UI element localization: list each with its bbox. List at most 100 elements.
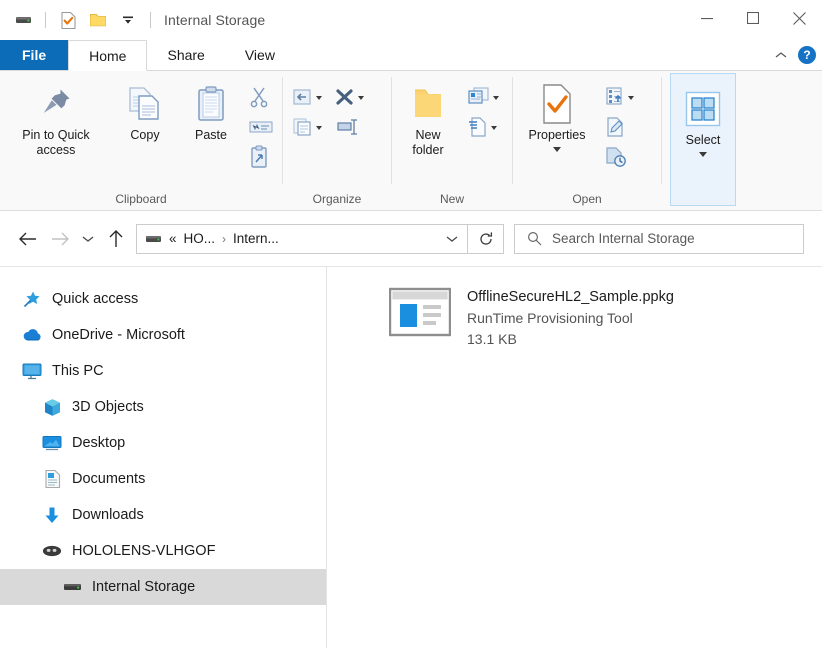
search-icon: [527, 231, 542, 246]
sidebar-item-downloads[interactable]: Downloads: [0, 497, 326, 533]
tab-view[interactable]: View: [225, 40, 295, 70]
customize-dropdown-icon[interactable]: [117, 9, 139, 31]
copy-to-button[interactable]: [289, 115, 325, 141]
up-button[interactable]: [100, 223, 132, 255]
quick-access-toolbar: [12, 9, 154, 31]
breadcrumb-item-0[interactable]: HO...: [184, 231, 216, 246]
rename-icon: [334, 117, 360, 140]
file-explorer-window: Internal Storage File Home Share View ?: [0, 0, 822, 661]
tab-share[interactable]: Share: [147, 40, 224, 70]
history-button[interactable]: [601, 145, 637, 171]
forward-button[interactable]: [44, 223, 76, 255]
file-type: RunTime Provisioning Tool: [467, 310, 633, 326]
move-to-button[interactable]: [289, 85, 325, 111]
rename-button[interactable]: [331, 115, 367, 141]
recent-locations-chevron-down-icon[interactable]: [76, 223, 100, 255]
tab-home[interactable]: Home: [68, 40, 148, 71]
breadcrumb: « HO... › Intern...: [137, 231, 437, 246]
properties-label: Properties: [528, 128, 586, 142]
sidebar-item-onedrive[interactable]: OneDrive - Microsoft: [0, 317, 326, 353]
sidebar-item-quick-access[interactable]: Quick access: [0, 281, 326, 317]
properties-button[interactable]: Properties: [513, 77, 601, 152]
easy-access-button[interactable]: [464, 115, 502, 141]
edit-icon: [604, 116, 626, 141]
paste-shortcut-button[interactable]: [246, 144, 276, 171]
sidebar-item-documents[interactable]: Documents: [0, 461, 326, 497]
ribbon: Pin to Quick access Copy Paste Clipboard…: [0, 71, 822, 211]
provisioning-package-icon: [389, 287, 453, 339]
file-name[interactable]: OfflineSecureHL2_Sample.ppkg: [467, 287, 674, 308]
minimize-button[interactable]: [684, 0, 730, 36]
paste-button[interactable]: Paste: [178, 77, 244, 143]
sidebar-item-3d-objects[interactable]: 3D Objects: [0, 389, 326, 425]
open-caret-icon[interactable]: [628, 96, 634, 100]
address-dropdown-chevron-down-icon[interactable]: [437, 225, 467, 253]
sidebar-label: 3D Objects: [72, 399, 144, 415]
history-icon: [604, 146, 628, 171]
organize-col-1: [289, 77, 325, 141]
easy-access-caret-icon[interactable]: [491, 126, 497, 130]
properties-caret-icon[interactable]: [553, 147, 561, 152]
copy-path-icon: [249, 120, 273, 137]
list-item[interactable]: OfflineSecureHL2_Sample.ppkg RunTime Pro…: [389, 287, 822, 350]
sidebar-item-desktop[interactable]: Desktop: [0, 425, 326, 461]
group-divider-4: [661, 77, 662, 184]
select-caret-icon[interactable]: [699, 152, 707, 157]
paste-label: Paste: [195, 128, 227, 142]
ribbon-tab-actions: ?: [772, 40, 816, 70]
breadcrumb-overflow[interactable]: «: [169, 231, 177, 246]
address-bar[interactable]: « HO... › Intern...: [136, 223, 468, 254]
new-item-button[interactable]: [464, 85, 502, 111]
copy-icon: [127, 83, 163, 125]
select-button[interactable]: Select: [671, 82, 735, 157]
ribbon-group-select[interactable]: Select: [670, 73, 736, 206]
search-input[interactable]: Search Internal Storage: [552, 231, 695, 246]
new-folder-button[interactable]: New folder: [392, 77, 464, 158]
properties-check-icon[interactable]: [57, 9, 79, 31]
help-icon[interactable]: ?: [798, 46, 816, 64]
file-list-pane[interactable]: OfflineSecureHL2_Sample.ppkg RunTime Pro…: [327, 267, 822, 648]
open-icon: [604, 86, 626, 111]
pin-to-quick-access-button[interactable]: Pin to Quick access: [0, 77, 112, 158]
star-pin-icon: [22, 289, 42, 309]
copy-button[interactable]: Copy: [112, 77, 178, 143]
downloads-arrow-icon: [42, 505, 62, 525]
cut-button[interactable]: [246, 85, 276, 111]
new-small-buttons: [464, 77, 502, 141]
drive-icon[interactable]: [12, 9, 34, 31]
delete-caret-icon[interactable]: [358, 96, 364, 100]
tab-file[interactable]: File: [0, 40, 69, 70]
collapse-ribbon-chevron-up-icon[interactable]: [772, 46, 790, 64]
select-label: Select: [685, 133, 721, 147]
close-button[interactable]: [776, 0, 822, 36]
sidebar-item-this-pc[interactable]: This PC: [0, 353, 326, 389]
cube-icon: [42, 397, 62, 417]
breadcrumb-item-1[interactable]: Intern...: [233, 231, 279, 246]
organize-col-2: [331, 77, 367, 141]
copy-to-icon: [292, 117, 314, 140]
new-item-caret-icon[interactable]: [493, 96, 499, 100]
new-folder-label: New folder: [412, 128, 444, 157]
sidebar-label: This PC: [52, 363, 104, 379]
paste-icon: [194, 83, 228, 125]
refresh-button[interactable]: [468, 223, 504, 254]
sidebar-item-hololens[interactable]: HOLOLENS-VLHGOF: [0, 533, 326, 569]
toolbar-divider-2: [150, 12, 151, 28]
open-button[interactable]: [601, 85, 637, 111]
delete-x-icon: [334, 87, 356, 110]
new-folder-icon[interactable]: [87, 9, 109, 31]
monitor-icon: [22, 361, 42, 381]
documents-icon: [42, 469, 62, 489]
back-button[interactable]: [12, 223, 44, 255]
group-label-open: Open: [572, 192, 602, 206]
search-box[interactable]: Search Internal Storage: [514, 223, 804, 254]
move-to-caret-icon[interactable]: [316, 96, 322, 100]
maximize-button[interactable]: [730, 0, 776, 36]
delete-button[interactable]: [331, 85, 367, 111]
breadcrumb-drive-icon: [145, 233, 162, 245]
copy-path-button[interactable]: [246, 115, 276, 141]
sidebar-item-internal-storage[interactable]: Internal Storage: [0, 569, 326, 605]
breadcrumb-separator[interactable]: ›: [222, 232, 226, 246]
copy-to-caret-icon[interactable]: [316, 126, 322, 130]
edit-button[interactable]: [601, 115, 637, 141]
